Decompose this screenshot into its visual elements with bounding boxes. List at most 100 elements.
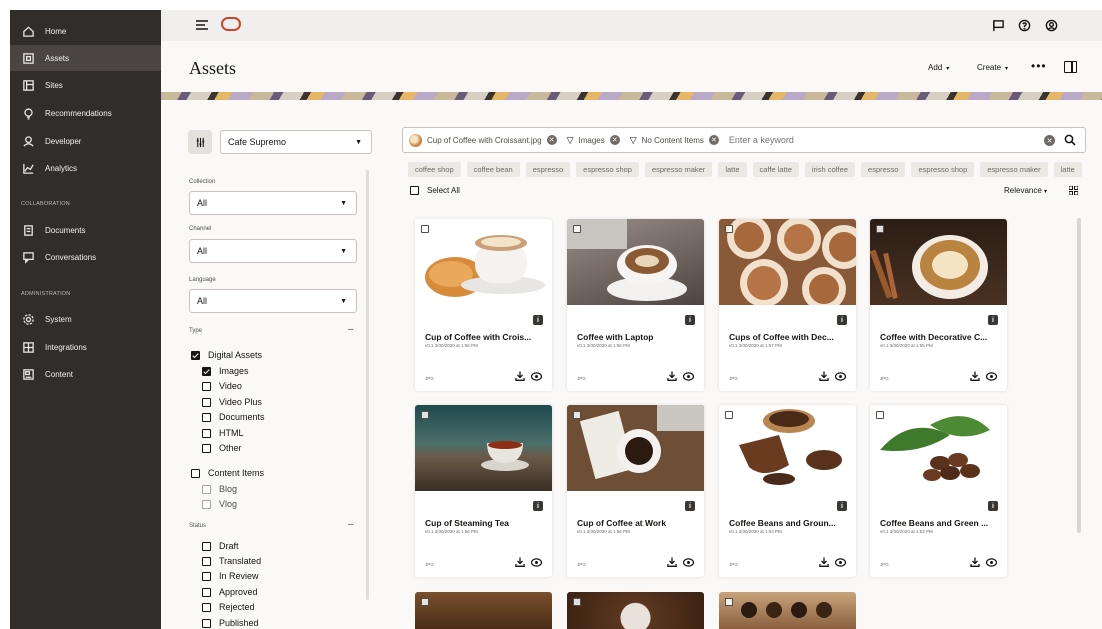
info-icon[interactable]: i [533, 315, 543, 325]
search-icon[interactable] [1064, 134, 1076, 146]
tag[interactable]: caffe latte [752, 162, 799, 177]
asset-card[interactable]: i Cup of Coffee at Work v0.1 3/30/2020 a… [567, 405, 704, 577]
documents-checkbox[interactable]: Documents [202, 412, 265, 422]
asset-card[interactable] [415, 592, 552, 629]
asset-card[interactable]: i Cup of Steaming Tea v0.1 3/30/2020 at … [415, 405, 552, 577]
published-checkbox[interactable]: Published [202, 618, 259, 628]
nav-item-sites[interactable]: Sites [10, 72, 161, 98]
tag[interactable]: espresso shop [911, 162, 975, 177]
grid-view-icon[interactable] [1069, 186, 1078, 195]
download-icon[interactable] [515, 557, 525, 567]
collapse-type-button[interactable]: – [348, 324, 354, 335]
nav-item-assets[interactable]: Assets [10, 45, 161, 71]
channel-select[interactable]: All ▼ [189, 239, 357, 263]
info-icon[interactable]: i [685, 315, 695, 325]
remove-chip-icon[interactable]: ✕ [708, 135, 719, 145]
info-icon[interactable]: i [988, 315, 998, 325]
preview-eye-icon[interactable] [986, 372, 997, 381]
select-all-checkbox[interactable]: Select All [410, 186, 460, 195]
collection-select[interactable]: All ▼ [189, 191, 357, 215]
info-icon[interactable]: i [988, 501, 998, 511]
video-plus-checkbox[interactable]: Video Plus [202, 397, 262, 407]
clear-search-icon[interactable]: ✕ [1044, 135, 1055, 146]
user-avatar-icon[interactable] [1043, 17, 1059, 33]
download-icon[interactable] [667, 557, 677, 567]
preview-eye-icon[interactable] [835, 558, 846, 567]
draft-checkbox[interactable]: Draft [202, 541, 239, 551]
repository-filter-button[interactable] [188, 130, 212, 154]
card-checkbox[interactable] [725, 411, 733, 419]
in-review-checkbox[interactable]: In Review [202, 571, 259, 581]
menu-icon[interactable] [196, 20, 208, 30]
card-checkbox[interactable] [725, 598, 733, 606]
nav-item-integrations[interactable]: Integrations [10, 334, 161, 360]
card-checkbox[interactable] [421, 411, 429, 419]
approved-checkbox[interactable]: Approved [202, 587, 258, 597]
add-button[interactable]: Add ▾ [928, 63, 949, 72]
asset-card[interactable]: i Coffee Beans and Groun... v0.1 3/30/20… [719, 405, 856, 577]
asset-card[interactable]: i Coffee with Decorative C... v0.1 3/30/… [870, 219, 1007, 391]
info-icon[interactable]: i [837, 501, 847, 511]
asset-card[interactable]: i Cup of Coffee with Crois... v0.1 3/30/… [415, 219, 552, 391]
asset-card[interactable] [567, 592, 704, 629]
side-panel-icon[interactable] [1064, 61, 1077, 73]
card-checkbox[interactable] [421, 225, 429, 233]
tag[interactable]: espresso shop [576, 162, 639, 177]
create-button[interactable]: Create ▾ [977, 63, 1008, 72]
download-icon[interactable] [515, 371, 525, 381]
help-icon[interactable] [1016, 17, 1032, 33]
tag[interactable]: latte [718, 162, 747, 177]
repository-select[interactable]: Cafe Supremo ▼ [220, 130, 372, 154]
sort-dropdown[interactable]: Relevance ▾ [1004, 186, 1047, 195]
flag-icon[interactable] [990, 17, 1006, 33]
download-icon[interactable] [667, 371, 677, 381]
tag[interactable]: espresso [525, 162, 571, 177]
oracle-logo[interactable] [221, 17, 241, 31]
tag[interactable]: espresso maker [644, 162, 713, 177]
card-checkbox[interactable] [876, 225, 884, 233]
search-bar[interactable]: Cup of Coffee with Croissant.jpg ✕ ▽ Image… [402, 127, 1086, 153]
preview-eye-icon[interactable] [531, 372, 542, 381]
nav-item-recommendations[interactable]: Recommendations [10, 100, 161, 126]
preview-eye-icon[interactable] [531, 558, 542, 567]
nav-item-documents[interactable]: Documents [10, 217, 161, 243]
more-actions-button[interactable]: ••• [1031, 59, 1047, 73]
vlog-checkbox[interactable]: Vlog [202, 499, 237, 509]
asset-card[interactable]: i Coffee with Laptop v0.1 3/30/2020 at 1… [567, 219, 704, 391]
video-checkbox[interactable]: Video [202, 381, 242, 391]
nav-item-conversations[interactable]: Conversations [10, 244, 161, 270]
preview-eye-icon[interactable] [835, 372, 846, 381]
preview-eye-icon[interactable] [683, 372, 694, 381]
asset-card[interactable] [719, 592, 856, 629]
tag[interactable]: espresso [861, 162, 906, 177]
translated-checkbox[interactable]: Translated [202, 556, 261, 566]
download-icon[interactable] [819, 371, 829, 381]
preview-eye-icon[interactable] [986, 558, 997, 567]
collapse-status-button[interactable]: – [348, 519, 354, 530]
results-scrollbar[interactable] [1077, 218, 1081, 533]
tag[interactable]: coffee shop [408, 162, 461, 177]
asset-card[interactable]: i Coffee Beans and Green ... v0.1 3/30/2… [870, 405, 1007, 577]
preview-eye-icon[interactable] [683, 558, 694, 567]
card-checkbox[interactable] [573, 411, 581, 419]
remove-chip-icon[interactable]: ✕ [609, 135, 620, 145]
language-select[interactable]: All ▼ [189, 289, 357, 313]
card-checkbox[interactable] [421, 598, 429, 606]
card-checkbox[interactable] [573, 598, 581, 606]
nav-item-analytics[interactable]: Analytics [10, 155, 161, 181]
download-icon[interactable] [819, 557, 829, 567]
download-icon[interactable] [970, 557, 980, 567]
filter-scrollbar[interactable] [366, 170, 369, 600]
tag[interactable]: irish coffee [804, 162, 856, 177]
images-checkbox[interactable]: Images [202, 366, 249, 376]
info-icon[interactable]: i [837, 315, 847, 325]
card-checkbox[interactable] [573, 225, 581, 233]
tag[interactable]: espresso maker [980, 162, 1048, 177]
tag[interactable]: coffee bean [466, 162, 520, 177]
other-checkbox[interactable]: Other [202, 443, 242, 453]
card-checkbox[interactable] [725, 225, 733, 233]
asset-card[interactable]: i Cups of Coffee with Dec... v0.1 3/30/2… [719, 219, 856, 391]
download-icon[interactable] [970, 371, 980, 381]
html-checkbox[interactable]: HTML [202, 428, 244, 438]
nav-item-system[interactable]: System [10, 306, 161, 332]
